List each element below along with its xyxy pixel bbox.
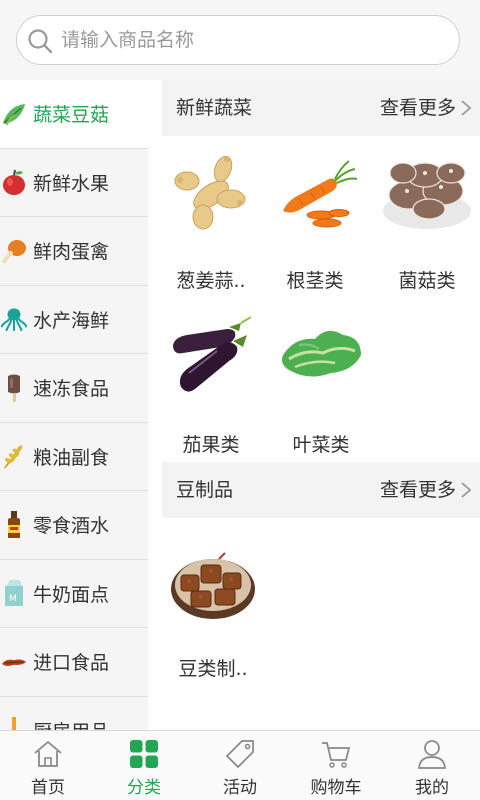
carrot-image xyxy=(262,144,368,244)
category-content: 新鲜蔬菜 查看更多 葱姜蒜.. 根茎类 菌菇类 茄果类 叶菜类 豆制品 查看更多… xyxy=(162,80,480,730)
cart-icon xyxy=(322,742,351,768)
product-category-name: 叶菜类 xyxy=(292,434,350,456)
imported-food-icon xyxy=(1,647,27,677)
search-input[interactable]: 请输入商品名称 xyxy=(16,15,460,65)
product-category-name: 豆类制.. xyxy=(178,658,248,680)
octopus-icon xyxy=(1,304,27,334)
kitchen-icon xyxy=(1,715,27,730)
mushroom-image xyxy=(374,144,480,244)
product-category-name: 根茎类 xyxy=(286,270,344,292)
chevron-right-icon[interactable] xyxy=(460,481,472,499)
sidebar-item-label: 厨房用品 xyxy=(33,717,109,730)
sidebar-item-label: 粮油副食 xyxy=(33,446,110,469)
section-title: 新鲜蔬菜 xyxy=(176,97,253,119)
home-icon xyxy=(34,740,62,767)
sidebar-item-fruit[interactable]: 新鲜水果 xyxy=(0,149,148,217)
sidebar-item-seafood[interactable]: 水产海鲜 xyxy=(0,286,148,354)
view-more-link[interactable]: 查看更多 xyxy=(380,80,456,136)
tab-label: 购物车 xyxy=(310,778,362,798)
view-more-link[interactable]: 查看更多 xyxy=(380,462,456,518)
category-icon xyxy=(130,740,158,768)
tab-label: 首页 xyxy=(31,778,65,798)
search-header: 请输入商品名称 xyxy=(0,0,480,80)
product-category-name: 茄果类 xyxy=(182,434,240,456)
chevron-right-icon[interactable] xyxy=(460,99,472,117)
section-title: 豆制品 xyxy=(176,479,234,501)
bottle-icon xyxy=(1,510,27,540)
section-header: 豆制品 查看更多 xyxy=(162,462,480,518)
drumstick-icon xyxy=(1,236,27,266)
product-category-item[interactable]: 豆类制.. xyxy=(162,532,266,681)
vegetable-icon xyxy=(1,99,27,129)
product-category-name: 葱姜蒜.. xyxy=(176,270,246,292)
tab-home[interactable]: 首页 xyxy=(0,731,96,800)
sidebar-item-label: 牛奶面点 xyxy=(33,583,110,606)
svg-text:M: M xyxy=(9,594,17,604)
category-sidebar: 蔬菜豆菇 新鲜水果 鲜肉蛋禽 水产海鲜 速冻食品 粮油副食 零食酒水 M 牛奶面… xyxy=(0,80,148,730)
sidebar-item-frozen[interactable]: 速冻食品 xyxy=(0,354,148,423)
bottom-tab-bar: 首页 分类 活动 购物车 我的 xyxy=(0,730,480,800)
tofu-image xyxy=(162,532,266,632)
product-category-item[interactable]: 根茎类 xyxy=(262,144,368,293)
product-category-item[interactable]: 叶菜类 xyxy=(268,308,374,457)
sidebar-item-milk-bakery[interactable]: M 牛奶面点 xyxy=(0,560,148,628)
search-icon xyxy=(28,29,53,54)
eggplant-image xyxy=(162,308,264,408)
sidebar-item-label: 零食酒水 xyxy=(33,515,110,538)
sidebar-item-snacks-drinks[interactable]: 零食酒水 xyxy=(0,491,148,560)
sidebar-item-label: 鲜肉蛋禽 xyxy=(33,241,110,264)
sidebar-item-label: 新鲜水果 xyxy=(33,172,110,195)
tab-label: 分类 xyxy=(127,778,161,798)
sidebar-item-vegetables[interactable]: 蔬菜豆菇 xyxy=(0,80,148,149)
ginger-image xyxy=(162,144,264,244)
section-header: 新鲜蔬菜 查看更多 xyxy=(162,80,480,136)
product-category-item[interactable]: 菌菇类 xyxy=(374,144,480,293)
search-placeholder: 请输入商品名称 xyxy=(61,29,195,51)
popsicle-icon xyxy=(1,373,27,403)
product-category-item[interactable]: 葱姜蒜.. xyxy=(162,144,264,293)
tab-label: 我的 xyxy=(415,778,449,798)
tab-category[interactable]: 分类 xyxy=(96,731,192,800)
user-icon xyxy=(418,740,446,769)
sidebar-item-label: 蔬菜豆菇 xyxy=(33,104,110,127)
sidebar-item-kitchen[interactable]: 厨房用品 xyxy=(0,697,148,730)
milk-icon: M xyxy=(1,578,27,608)
tab-label: 活动 xyxy=(223,778,257,798)
sidebar-item-meat[interactable]: 鲜肉蛋禽 xyxy=(0,217,148,286)
sidebar-item-grain-oil[interactable]: 粮油副食 xyxy=(0,423,148,491)
sidebar-item-label: 速冻食品 xyxy=(33,378,110,401)
sidebar-item-label: 水产海鲜 xyxy=(33,309,110,332)
section-grid: 葱姜蒜.. 根茎类 菌菇类 茄果类 叶菜类 xyxy=(162,136,480,462)
product-category-item[interactable]: 茄果类 xyxy=(162,308,264,457)
sidebar-item-imported[interactable]: 进口食品 xyxy=(0,628,148,697)
tab-cart[interactable]: 购物车 xyxy=(288,731,384,800)
lettuce-image xyxy=(268,308,374,408)
wheat-icon xyxy=(1,441,27,471)
sidebar-item-label: 进口食品 xyxy=(33,652,110,675)
tag-icon xyxy=(225,740,254,769)
tab-profile[interactable]: 我的 xyxy=(384,731,480,800)
tab-activity[interactable]: 活动 xyxy=(192,731,288,800)
product-category-name: 菌菇类 xyxy=(398,270,456,292)
section-grid: 豆类制.. xyxy=(162,518,480,718)
apple-icon xyxy=(1,167,27,197)
